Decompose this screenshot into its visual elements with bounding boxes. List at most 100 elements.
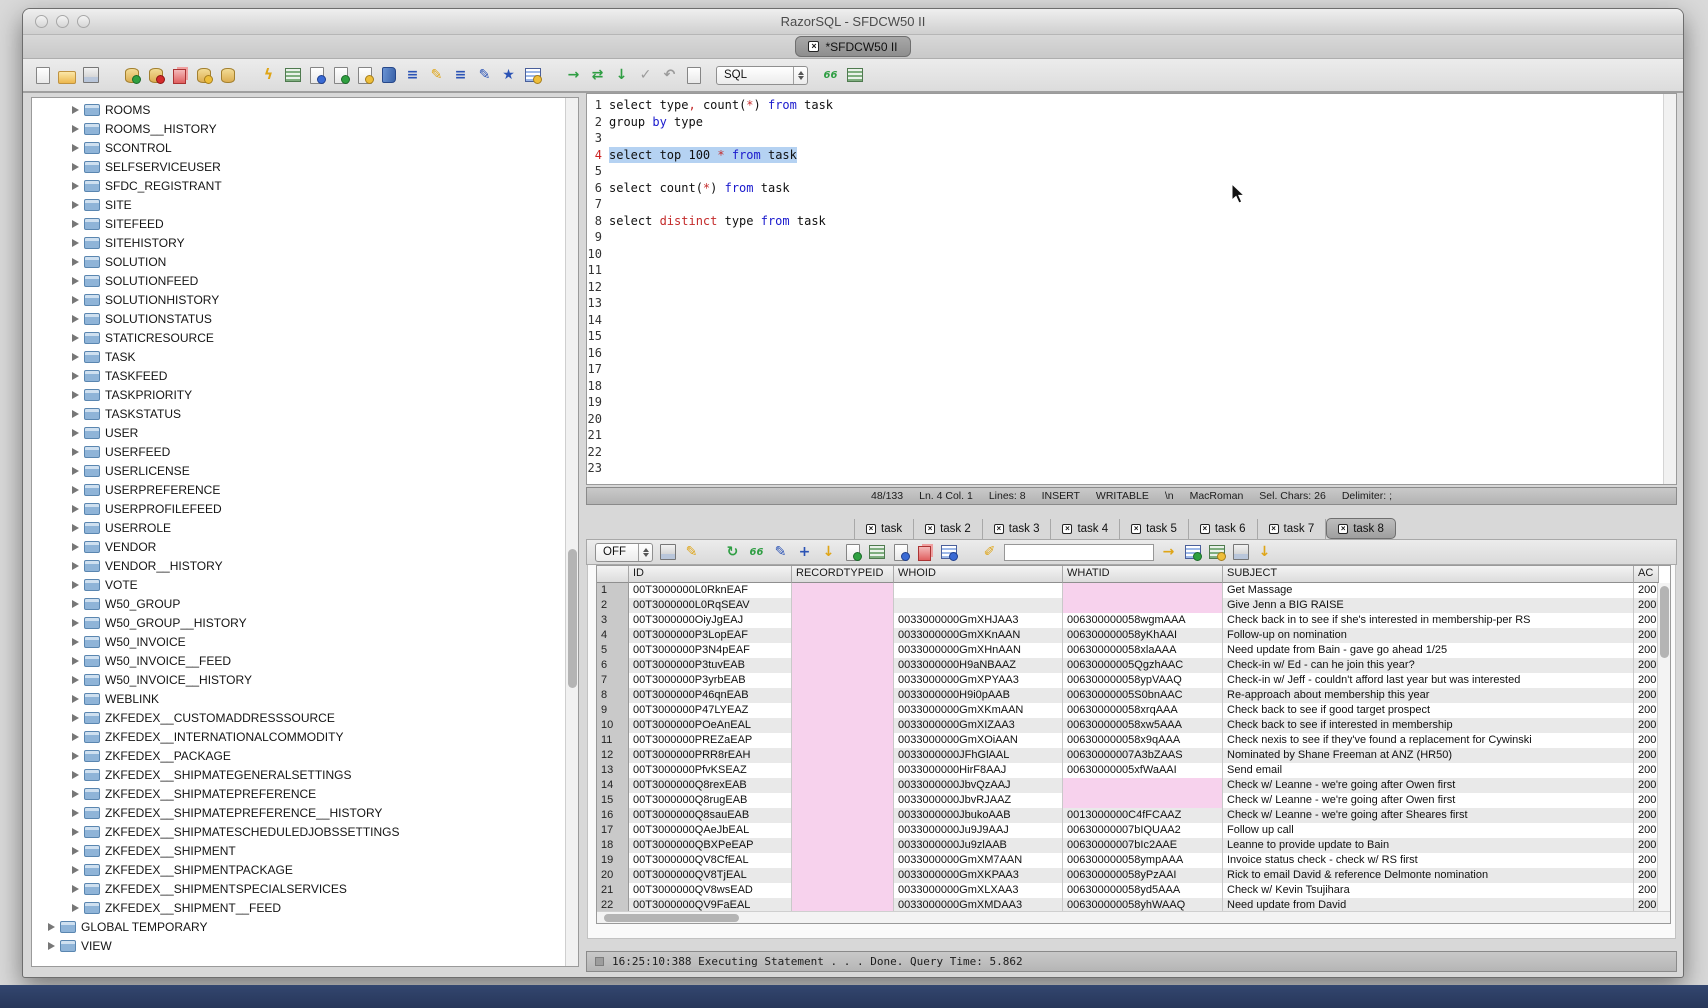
- new-file-icon[interactable]: [33, 66, 52, 85]
- cell-id[interactable]: 00T3000000Q8sauEAB: [629, 808, 792, 823]
- editor-scrollbar[interactable]: [1663, 94, 1676, 484]
- tree-item-zkfedex-shipment-feed[interactable]: ZKFEDEX__SHIPMENT__FEED: [32, 898, 564, 917]
- cell-id[interactable]: 00T3000000QV8TjEAL: [629, 868, 792, 883]
- cell-ac[interactable]: 200: [1634, 838, 1659, 853]
- cell-rtid[interactable]: [792, 583, 894, 598]
- sql-code[interactable]: 1select type, count(*) from task2group b…: [587, 97, 1662, 477]
- cell-rtid[interactable]: [792, 838, 894, 853]
- sidebar-scrollbar-thumb[interactable]: [568, 549, 577, 688]
- disclosure-triangle-icon[interactable]: [72, 733, 79, 741]
- disclosure-triangle-icon[interactable]: [72, 182, 79, 190]
- table-row[interactable]: 300T3000000OiyJgEAJ0033000000GmXHJAA3006…: [597, 613, 1670, 628]
- cell-whatid[interactable]: [1063, 793, 1223, 808]
- cell-ac[interactable]: 200: [1634, 778, 1659, 793]
- cell-id[interactable]: 00T3000000P3LopEAF: [629, 628, 792, 643]
- editor-line-8[interactable]: 8select distinct type from task: [587, 213, 1662, 230]
- cell-whoid[interactable]: 0033000000JbvQzAAJ: [894, 778, 1063, 793]
- cell-rtid[interactable]: [792, 763, 894, 778]
- tree-item-w50-invoice[interactable]: W50_INVOICE: [32, 632, 564, 651]
- cell-subject[interactable]: Send email: [1223, 763, 1634, 778]
- table-tools-icon[interactable]: [523, 66, 542, 85]
- cell-whatid[interactable]: [1063, 583, 1223, 598]
- disclosure-triangle-icon[interactable]: [72, 429, 79, 437]
- tree-item-global-temporary[interactable]: GLOBAL TEMPORARY: [32, 917, 564, 936]
- cell-whatid[interactable]: 00630000007A3bZAAS: [1063, 748, 1223, 763]
- result-tab-task-8[interactable]: task 8: [1326, 518, 1396, 539]
- cell-whoid[interactable]: 0033000000GmXKnAAN: [894, 628, 1063, 643]
- disclosure-triangle-icon[interactable]: [72, 600, 79, 608]
- tree-item-userpreference[interactable]: USERPREFERENCE: [32, 480, 564, 499]
- tree-item-userprofilefeed[interactable]: USERPROFILEFEED: [32, 499, 564, 518]
- close-connection-icon[interactable]: [808, 41, 819, 52]
- cell-whatid[interactable]: 0013000000C4fFCAAZ: [1063, 808, 1223, 823]
- cell-subject[interactable]: Check back to see if interested in membe…: [1223, 718, 1634, 733]
- cell-subject[interactable]: Give Jenn a BIG RAISE: [1223, 598, 1634, 613]
- table-row[interactable]: 1700T3000000QAeJbEAL0033000000Ju9J9AAJ00…: [597, 823, 1670, 838]
- tree-item-zkfedex-package[interactable]: ZKFEDEX__PACKAGE: [32, 746, 564, 765]
- table-row[interactable]: 2100T3000000QV8wsEAD0033000000GmXLXAA300…: [597, 883, 1670, 898]
- find-next-icon[interactable]: [1159, 543, 1178, 562]
- copy-table-icon[interactable]: [170, 66, 189, 85]
- cell-ac[interactable]: 200: [1634, 868, 1659, 883]
- cell-ac[interactable]: 200: [1634, 643, 1659, 658]
- cell-whatid[interactable]: 006300000058xrqAAA: [1063, 703, 1223, 718]
- close-tab-icon[interactable]: [1131, 524, 1141, 534]
- tree-item-taskpriority[interactable]: TASKPRIORITY: [32, 385, 564, 404]
- result-tab-task-4[interactable]: task 4: [1051, 519, 1120, 539]
- tree-item-userlicense[interactable]: USERLICENSE: [32, 461, 564, 480]
- column-header-rownum[interactable]: [597, 566, 629, 583]
- editor-line-10[interactable]: 10: [587, 246, 1662, 263]
- cell-ac[interactable]: 200: [1634, 883, 1659, 898]
- cell-ac[interactable]: 200: [1634, 763, 1659, 778]
- cell-whoid[interactable]: 0033000000H9aNBAAZ: [894, 658, 1063, 673]
- cell-subject[interactable]: Need update from Bain - gave go ahead 1/…: [1223, 643, 1634, 658]
- disclosure-triangle-icon[interactable]: [72, 391, 79, 399]
- result-tab-task-6[interactable]: task 6: [1189, 519, 1258, 539]
- cell-whoid[interactable]: [894, 598, 1063, 613]
- connect-database-icon[interactable]: [122, 66, 141, 85]
- tree-item-solutionfeed[interactable]: SOLUTIONFEED: [32, 271, 564, 290]
- cell-subject[interactable]: Check-in w/ Ed - can he join this year?: [1223, 658, 1634, 673]
- cell-ac[interactable]: 200: [1634, 613, 1659, 628]
- disclosure-triangle-icon[interactable]: [72, 866, 79, 874]
- cell-id[interactable]: 00T3000000PREZaEAP: [629, 733, 792, 748]
- cell-whatid[interactable]: [1063, 598, 1223, 613]
- tree-item-zkfedex-shipmategeneralsettings[interactable]: ZKFEDEX__SHIPMATEGENERALSETTINGS: [32, 765, 564, 784]
- cell-rtid[interactable]: [792, 718, 894, 733]
- cell-whoid[interactable]: 0033000000JbukoAAB: [894, 808, 1063, 823]
- cell-id[interactable]: 00T3000000PRR8rEAH: [629, 748, 792, 763]
- cell-subject[interactable]: Check back to see if good target prospec…: [1223, 703, 1634, 718]
- cell-ac[interactable]: 200: [1634, 748, 1659, 763]
- table-row[interactable]: 1000T3000000POeAnEAL0033000000GmXIZAA300…: [597, 718, 1670, 733]
- table-row[interactable]: 1200T3000000PRR8rEAH0033000000JFhGlAAL00…: [597, 748, 1670, 763]
- rollback-icon[interactable]: [660, 66, 679, 85]
- table-row[interactable]: 1800T3000000QBXPeEAP0033000000Ju9zlAAB00…: [597, 838, 1670, 853]
- close-tab-icon[interactable]: [994, 524, 1004, 534]
- disclosure-triangle-icon[interactable]: [48, 942, 55, 950]
- cell-ac[interactable]: 200: [1634, 718, 1659, 733]
- disclosure-triangle-icon[interactable]: [72, 619, 79, 627]
- save-results-icon[interactable]: [658, 543, 677, 562]
- tree-item-zkfedex-customaddresssource[interactable]: ZKFEDEX__CUSTOMADDRESSSOURCE: [32, 708, 564, 727]
- cell-subject[interactable]: Nominated by Shane Freeman at ANZ (HR50): [1223, 748, 1634, 763]
- cell-whatid[interactable]: 006300000058yKhAAI: [1063, 628, 1223, 643]
- disclosure-triangle-icon[interactable]: [72, 296, 79, 304]
- cell-id[interactable]: 00T3000000Q8rexEAB: [629, 778, 792, 793]
- disclosure-triangle-icon[interactable]: [72, 163, 79, 171]
- single-record-icon[interactable]: [891, 543, 910, 562]
- tree-item-vendor-history[interactable]: VENDOR__HISTORY: [32, 556, 564, 575]
- sidebar-scrollbar[interactable]: [565, 98, 578, 966]
- results-form-icon[interactable]: [845, 66, 864, 85]
- editor-line-22[interactable]: 22: [587, 444, 1662, 461]
- editor-line-20[interactable]: 20: [587, 411, 1662, 428]
- editor-line-11[interactable]: 11: [587, 262, 1662, 279]
- tree-item-sitehistory[interactable]: SITEHISTORY: [32, 233, 564, 252]
- align-sql-icon[interactable]: [451, 66, 470, 85]
- favorites-star-icon[interactable]: [499, 66, 518, 85]
- cell-subject[interactable]: Check w/ Kevin Tsujihara: [1223, 883, 1634, 898]
- tree-item-w50-group-history[interactable]: W50_GROUP__HISTORY: [32, 613, 564, 632]
- connection-tab[interactable]: *SFDCW50 II: [795, 36, 910, 57]
- format-sql-icon[interactable]: [475, 66, 494, 85]
- sql-mode-select-stepper-icon[interactable]: [793, 67, 807, 84]
- cell-whatid[interactable]: 00630000005QgzhAAC: [1063, 658, 1223, 673]
